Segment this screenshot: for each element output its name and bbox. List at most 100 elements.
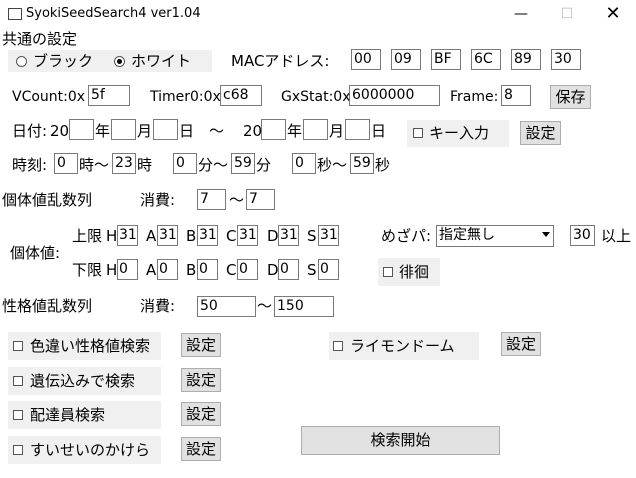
key-input-settings-button[interactable]: 設定: [520, 121, 561, 145]
iv-upper-c-field[interactable]: 31: [237, 225, 258, 246]
gxstat-label: GxStat:0x: [281, 89, 351, 105]
raimon-dome-checkbox[interactable]: [333, 341, 343, 351]
date-from-day-unit: 日: [179, 122, 195, 140]
second-from-field[interactable]: 0: [292, 153, 316, 174]
date-from-month-unit: 月: [137, 122, 153, 140]
app-icon: [8, 8, 22, 20]
hidden-power-select[interactable]: 指定無し: [436, 225, 554, 247]
mac-field-5[interactable]: 89: [511, 49, 541, 70]
timer0-label: Timer0:0x: [150, 89, 221, 105]
iv-lower-h-label: H: [106, 261, 118, 279]
wander-checkbox[interactable]: [383, 267, 393, 277]
black-radio[interactable]: [16, 56, 27, 67]
delivery-search-checkbox[interactable]: [13, 410, 23, 420]
iv-upper-a-label: A: [146, 227, 157, 245]
mac-field-2[interactable]: 09: [391, 49, 421, 70]
date-from-day-field[interactable]: [153, 119, 178, 140]
search-start-button[interactable]: 検索開始: [301, 426, 500, 455]
minute-to-unit: 分: [256, 156, 272, 174]
iv-upper-c-label: C: [226, 227, 237, 245]
iv-upper-h-label: H: [106, 227, 118, 245]
time-label: 時刻:: [12, 156, 48, 174]
iv-lower-c-field[interactable]: 0: [237, 259, 258, 280]
iv-upper-a-field[interactable]: 31: [157, 225, 178, 246]
raimon-settings-button[interactable]: 設定: [501, 332, 541, 356]
timer0-field[interactable]: c68: [220, 85, 262, 106]
black-label: ブラック: [33, 52, 94, 70]
key-input-label: キー入力: [429, 124, 490, 142]
date-to-month-field[interactable]: [303, 119, 328, 140]
shiny-search-checkbox[interactable]: [13, 341, 23, 351]
minute-tilde: ～: [213, 156, 229, 174]
mac-field-6[interactable]: 30: [551, 49, 581, 70]
iv-lower-d-label: D: [267, 261, 279, 279]
iv-lower-a-label: A: [146, 261, 157, 279]
iv-lower-b-field[interactable]: 0: [197, 259, 218, 280]
minute-to-field[interactable]: 59: [231, 153, 255, 174]
egg-search-label: 遺伝込みで検索: [30, 372, 136, 390]
iv-lower-h-field[interactable]: 0: [117, 259, 138, 280]
iv-lower-d-field[interactable]: 0: [278, 259, 299, 280]
iv-label: 個体値:: [10, 244, 61, 262]
iv-lower-label: 下限: [72, 261, 103, 279]
date-from-year-field[interactable]: [69, 119, 94, 140]
second-to-field[interactable]: 59: [350, 153, 374, 174]
date-to-day-field[interactable]: [345, 119, 370, 140]
iv-upper-d-field[interactable]: 31: [278, 225, 299, 246]
hour-to-field[interactable]: 23: [112, 153, 136, 174]
iv-upper-b-field[interactable]: 31: [197, 225, 218, 246]
save-button[interactable]: 保存: [550, 85, 591, 109]
egg-settings-button[interactable]: 設定: [181, 368, 221, 392]
pid-consume-to-field[interactable]: 150: [274, 296, 334, 317]
mac-label: MACアドレス:: [231, 52, 330, 70]
date-tilde: ～: [209, 122, 225, 140]
iv-upper-s-label: S: [307, 227, 317, 245]
mac-field-3[interactable]: BF: [431, 49, 461, 70]
iv-lower-s-field[interactable]: 0: [318, 259, 339, 280]
shiny-settings-button[interactable]: 設定: [181, 333, 221, 357]
hour-tilde: ～: [94, 156, 110, 174]
minute-from-field[interactable]: 0: [173, 153, 197, 174]
minimize-button[interactable]: —: [498, 0, 544, 28]
date-from-year-prefix: 20: [50, 122, 70, 140]
window-title: SyokiSeedSearch4 ver1.04: [26, 6, 201, 21]
vcount-field[interactable]: 5f: [88, 85, 130, 106]
mac-field-4[interactable]: 6C: [471, 49, 501, 70]
white-radio[interactable]: [114, 56, 125, 67]
second-tilde: ～: [332, 156, 348, 174]
gxstat-field[interactable]: 6000000: [349, 85, 440, 106]
vcount-label: VCount:0x: [12, 89, 86, 105]
iv-consume-label: 消費:: [140, 191, 176, 209]
date-from-month-field[interactable]: [111, 119, 136, 140]
chevron-down-icon: [542, 232, 550, 237]
shiny-search-label: 色違い性格値検索: [30, 337, 151, 355]
frame-label: Frame:: [450, 89, 499, 105]
iv-lower-a-field[interactable]: 0: [157, 259, 178, 280]
pid-consume-from-field[interactable]: 50: [197, 296, 256, 317]
white-label: ホワイト: [131, 52, 192, 70]
hour-from-unit: 時: [79, 156, 95, 174]
delivery-settings-button[interactable]: 設定: [181, 402, 221, 426]
minute-from-unit: 分: [198, 156, 214, 174]
iv-upper-s-field[interactable]: 31: [318, 225, 339, 246]
iv-upper-h-field[interactable]: 31: [117, 225, 138, 246]
egg-search-checkbox[interactable]: [13, 376, 23, 386]
hour-to-unit: 時: [137, 156, 153, 174]
mac-field-1[interactable]: 00: [351, 49, 381, 70]
hour-from-field[interactable]: 0: [54, 153, 78, 174]
maximize-button[interactable]: ☐: [544, 0, 590, 28]
hidden-power-value-field[interactable]: 30: [570, 225, 595, 246]
frame-field[interactable]: 8: [501, 85, 531, 106]
sleep-settings-button[interactable]: 設定: [181, 437, 221, 461]
date-to-year-field[interactable]: [261, 119, 286, 140]
pid-consume-label: 消費:: [140, 297, 176, 315]
sleep-search-label: すいせいのかけら: [30, 441, 151, 459]
sleep-search-checkbox[interactable]: [13, 445, 23, 455]
close-button[interactable]: ✕: [590, 0, 636, 28]
iv-consume-from-field[interactable]: 7: [197, 189, 226, 210]
iv-upper-label: 上限: [72, 227, 103, 245]
hidden-power-label: めざパ:: [381, 227, 432, 245]
key-input-checkbox[interactable]: [413, 128, 423, 138]
iv-consume-to-field[interactable]: 7: [246, 189, 275, 210]
date-label: 日付:: [12, 122, 48, 140]
